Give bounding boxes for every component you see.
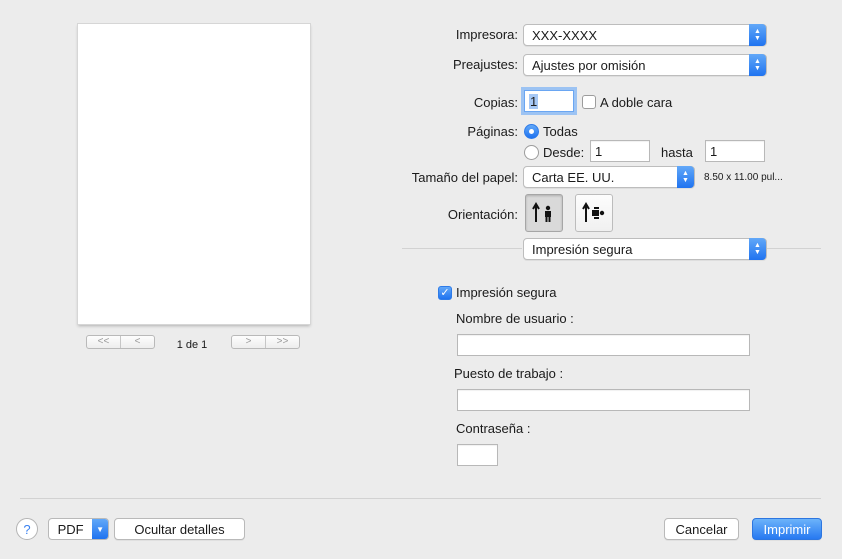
first-page-button[interactable]: << — [87, 336, 120, 348]
portrait-orientation-icon — [532, 202, 551, 222]
duplex-label: A doble cara — [600, 95, 673, 110]
pages-from-label: Desde: — [543, 145, 585, 160]
updown-chevron-icon: ▲ ▼ — [677, 166, 694, 188]
section-divider-left — [402, 248, 522, 249]
help-icon: ? — [23, 521, 31, 537]
secure-print-label: Impresión segura — [456, 285, 557, 300]
pages-to-input[interactable]: 1 — [705, 140, 765, 162]
help-button[interactable]: ? — [16, 518, 38, 540]
pager-back-group: << < — [86, 335, 155, 349]
password-input[interactable] — [457, 444, 498, 466]
presets-popup[interactable]: Ajustes por omisión ▲ ▼ — [523, 54, 767, 76]
presets-label: Preajustes: — [452, 57, 518, 72]
username-input[interactable] — [457, 334, 750, 356]
cancel-button[interactable]: Cancelar — [664, 518, 739, 540]
password-label: Contraseña : — [456, 421, 531, 436]
updown-chevron-icon: ▲ ▼ — [749, 54, 766, 76]
pages-from-value: 1 — [595, 143, 603, 159]
printer-popup[interactable]: XXX-XXXX ▲ ▼ — [523, 24, 767, 46]
pages-to-label: hasta — [661, 145, 693, 160]
presets-value: Ajustes por omisión — [532, 57, 646, 73]
next-page-button[interactable]: > — [232, 336, 265, 348]
secure-print-checkbox[interactable]: ✓ — [438, 286, 452, 300]
copies-label: Copias: — [473, 95, 518, 110]
updown-chevron-icon: ▲ ▼ — [749, 24, 766, 46]
hide-details-button[interactable]: Ocultar detalles — [114, 518, 245, 540]
pages-to-value: 1 — [710, 143, 718, 159]
cancel-label: Cancelar — [675, 521, 728, 537]
updown-chevron-icon: ▲ ▼ — [749, 238, 766, 260]
username-label: Nombre de usuario : — [456, 311, 574, 326]
pager-forward-group: > >> — [231, 335, 300, 349]
footer-divider — [20, 498, 821, 499]
paper-dimensions: 8.50 x 11.00 pul... — [704, 172, 783, 183]
printer-value: XXX-XXXX — [532, 27, 598, 43]
print-button[interactable]: Imprimir — [752, 518, 822, 540]
pages-label: Páginas: — [467, 124, 518, 139]
section-divider-right — [767, 248, 821, 249]
pages-all-radio[interactable] — [524, 124, 539, 139]
copies-value: 1 — [529, 93, 539, 109]
print-preview-page — [78, 24, 310, 324]
section-popup[interactable]: Impresión segura ▲ ▼ — [523, 238, 767, 260]
previous-page-button[interactable]: < — [120, 336, 154, 348]
landscape-orientation-button[interactable] — [575, 194, 613, 232]
paper-size-popup[interactable]: Carta EE. UU. ▲ ▼ — [523, 166, 695, 188]
section-value: Impresión segura — [532, 241, 633, 257]
pages-range-radio[interactable] — [524, 145, 539, 160]
job-label: Puesto de trabajo : — [454, 366, 564, 381]
portrait-orientation-button[interactable] — [525, 194, 563, 232]
job-input[interactable] — [457, 389, 750, 411]
landscape-orientation-icon — [582, 202, 605, 222]
orientation-label: Orientación: — [447, 207, 518, 222]
last-page-button[interactable]: >> — [265, 336, 299, 348]
page-indicator: 1 de 1 — [176, 339, 208, 351]
duplex-checkbox[interactable] — [582, 95, 596, 109]
hide-details-label: Ocultar detalles — [134, 521, 225, 537]
print-label: Imprimir — [763, 521, 811, 537]
paper-size-value: Carta EE. UU. — [532, 169, 615, 185]
pages-all-label: Todas — [543, 124, 578, 139]
copies-input[interactable]: 1 — [524, 90, 574, 112]
printer-label: Impresora: — [455, 27, 518, 42]
pdf-label: PDF — [57, 521, 84, 537]
pages-from-input[interactable]: 1 — [590, 140, 650, 162]
paper-size-label: Tamaño del papel: — [411, 170, 518, 185]
pdf-menu-button[interactable]: PDF ▼ — [48, 518, 109, 540]
chevron-down-icon: ▼ — [92, 519, 108, 539]
